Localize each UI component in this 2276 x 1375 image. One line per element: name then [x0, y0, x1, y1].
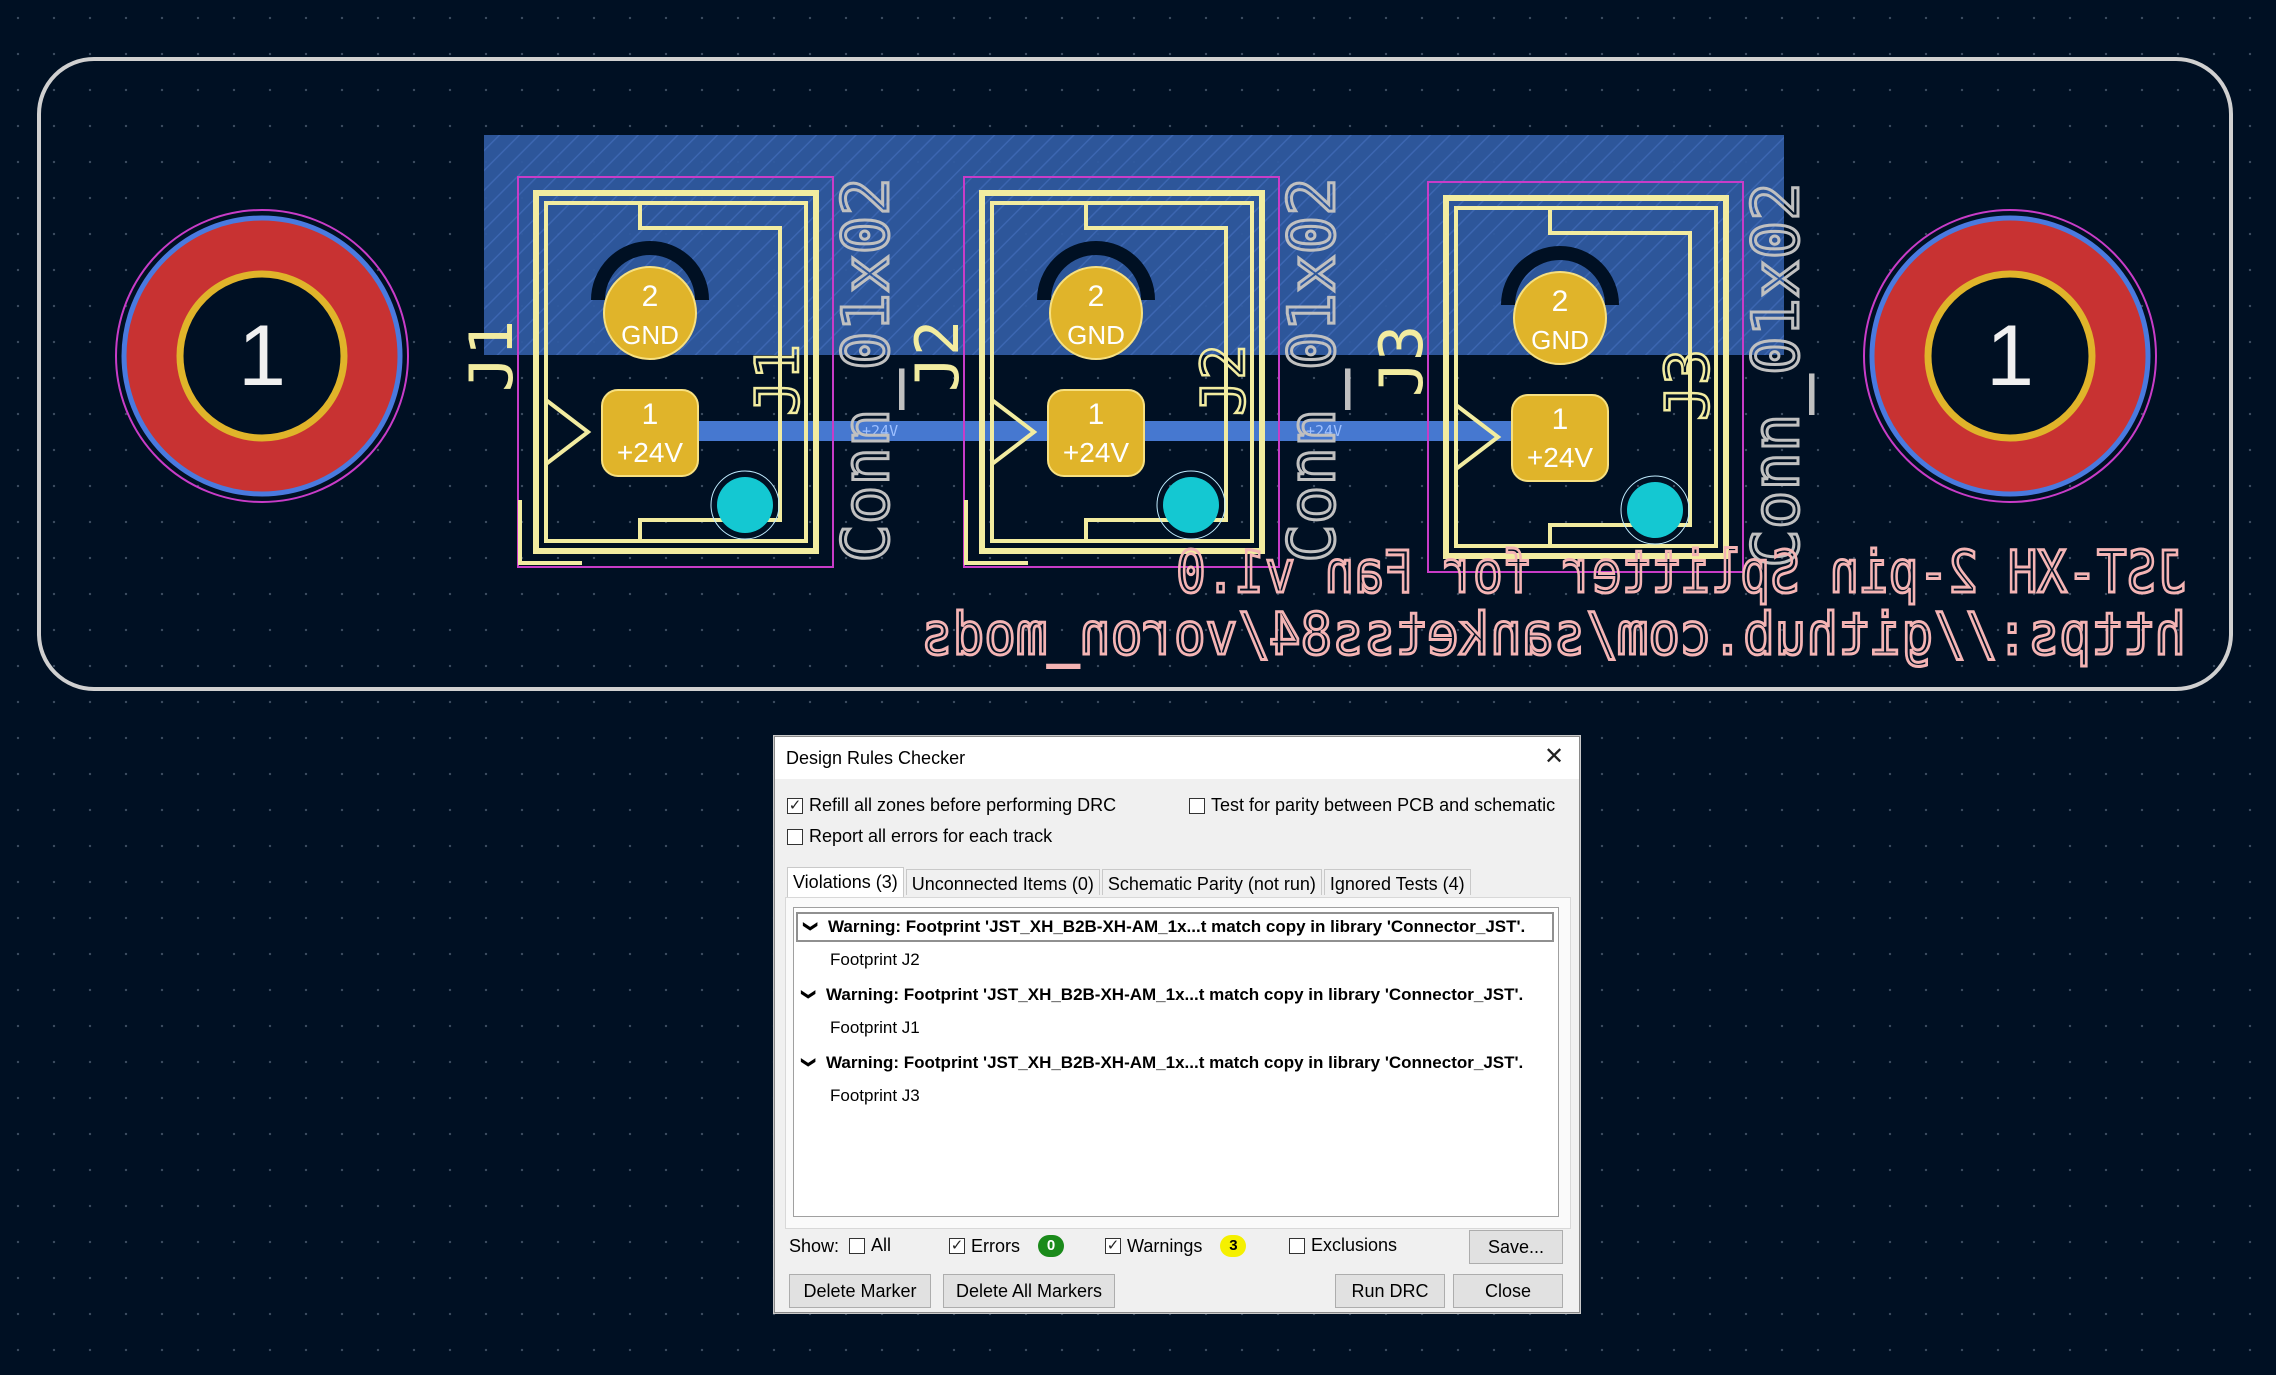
violation-title: Warning: Footprint 'JST_XH_B2B-XH-AM_1x.…	[826, 1053, 1524, 1072]
close-button[interactable]: Close	[1453, 1274, 1563, 1308]
show-all-checkbox[interactable]: All	[849, 1235, 891, 1256]
violation-detail[interactable]: Footprint J2	[830, 950, 920, 970]
violation-row[interactable]: ❯ Warning: Footprint 'JST_XH_B2B-XH-AM_1…	[796, 1048, 1554, 1078]
connector-ref-fab: J2	[1189, 344, 1259, 416]
mount-hole-left[interactable]: 1	[115, 209, 409, 503]
tab-violations[interactable]: Violations (3)	[787, 867, 904, 897]
pcb-canvas[interactable]: +24V +24V 1 1 2 GND 1 +24V J1 J1 Conn_01…	[0, 0, 2276, 720]
violation-detail[interactable]: Footprint J1	[830, 1018, 920, 1038]
pad-net: +24V	[1527, 442, 1593, 473]
mount-hole-label: 1	[238, 308, 286, 404]
test-parity-checkbox[interactable]: Test for parity between PCB and schemati…	[1189, 795, 1555, 816]
report-all-errors-checkbox[interactable]: Report all errors for each track	[787, 826, 1052, 847]
delete-marker-button[interactable]: Delete Marker	[789, 1274, 931, 1308]
save-button[interactable]: Save...	[1469, 1230, 1563, 1264]
show-warnings-checkbox[interactable]: ✓ Warnings 3	[1105, 1235, 1247, 1257]
refill-zones-checkbox[interactable]: ✓ Refill all zones before performing DRC	[787, 795, 1116, 816]
pad-net: GND	[621, 320, 679, 350]
violation-row[interactable]: ❯ Warning: Footprint 'JST_XH_B2B-XH-AM_1…	[796, 980, 1554, 1010]
show-exclusions-checkbox[interactable]: Exclusions	[1289, 1235, 1397, 1256]
pad-number: 1	[1552, 403, 1569, 436]
delete-all-markers-button[interactable]: Delete All Markers	[943, 1274, 1115, 1308]
refill-zones-label: Refill all zones before performing DRC	[809, 795, 1117, 815]
show-errors-checkbox[interactable]: ✓ Errors 0	[949, 1235, 1064, 1257]
connector-ref-fab: J3	[1653, 349, 1723, 421]
checkbox-unchecked-icon[interactable]	[787, 828, 803, 845]
checkbox-checked-icon[interactable]: ✓	[1105, 1238, 1121, 1254]
close-icon[interactable]: ✕	[1539, 743, 1569, 773]
show-warnings-label: Warnings	[1127, 1235, 1203, 1256]
connector-ref-fab: J1	[743, 344, 813, 416]
pad-number: 2	[1552, 285, 1569, 318]
show-exclusions-label: Exclusions	[1311, 1235, 1398, 1255]
checkbox-unchecked-icon[interactable]	[1189, 797, 1205, 814]
show-errors-label: Errors	[971, 1235, 1020, 1256]
show-label: Show:	[789, 1236, 840, 1256]
connector-value: Conn_01x02	[830, 177, 904, 562]
silk-title: JST-XH 2-pin Splitter for Fan v1.0	[1176, 538, 2186, 606]
violation-title: Warning: Footprint 'JST_XH_B2B-XH-AM_1x.…	[828, 917, 1526, 936]
connector-ref: J3	[1367, 325, 1437, 397]
connector-ref: J2	[903, 320, 973, 392]
pad-net: +24V	[617, 437, 683, 468]
pad-net: GND	[1067, 320, 1125, 350]
warnings-count-badge: 3	[1220, 1235, 1247, 1257]
tab-ignored-tests[interactable]: Ignored Tests (4)	[1323, 869, 1471, 895]
silk-url: https://github.com/sanketss84/voron_mods	[921, 600, 2186, 668]
dialog-titlebar[interactable]: Design Rules Checker ✕	[775, 737, 1579, 779]
checkbox-unchecked-icon[interactable]	[849, 1237, 865, 1254]
pad-net: GND	[1531, 325, 1589, 355]
connector-value: Conn_01x02	[1276, 177, 1350, 562]
chevron-down-icon[interactable]: ❯	[801, 1056, 818, 1070]
mount-hole-right[interactable]: 1	[1863, 209, 2157, 503]
tab-unconnected-items[interactable]: Unconnected Items (0)	[905, 869, 1100, 895]
test-parity-label: Test for parity between PCB and schemati…	[1211, 795, 1556, 815]
drc-tabs: Violations (3) Unconnected Items (0) Sch…	[787, 867, 1473, 897]
drc-dialog: Design Rules Checker ✕ ✓ Refill all zone…	[774, 736, 1580, 1313]
violation-detail[interactable]: Footprint J3	[830, 1086, 920, 1106]
report-all-errors-label: Report all errors for each track	[809, 826, 1053, 846]
violations-list[interactable]: ❯ Warning: Footprint 'JST_XH_B2B-XH-AM_1…	[793, 907, 1559, 1217]
checkbox-unchecked-icon[interactable]	[1289, 1237, 1305, 1254]
pad-number: 2	[642, 280, 659, 313]
run-drc-button[interactable]: Run DRC	[1335, 1274, 1445, 1308]
violation-title: Warning: Footprint 'JST_XH_B2B-XH-AM_1x.…	[826, 985, 1524, 1004]
pad-number: 1	[642, 398, 659, 431]
dialog-title: Design Rules Checker	[786, 748, 966, 768]
tab-schematic-parity[interactable]: Schematic Parity (not run)	[1101, 869, 1322, 895]
pad-number: 2	[1088, 280, 1105, 313]
mount-hole-label: 1	[1986, 308, 2034, 404]
errors-count-badge: 0	[1038, 1235, 1064, 1257]
chevron-down-icon[interactable]: ❯	[801, 988, 818, 1002]
connector-value: Conn_01x02	[1740, 182, 1814, 567]
show-all-label: All	[871, 1235, 892, 1255]
connector-ref: J1	[457, 320, 527, 392]
checkbox-checked-icon[interactable]: ✓	[787, 797, 803, 814]
pad-net: +24V	[1063, 437, 1129, 468]
pad-number: 1	[1088, 398, 1105, 431]
chevron-down-icon[interactable]: ❯	[803, 920, 820, 934]
violation-row[interactable]: ❯ Warning: Footprint 'JST_XH_B2B-XH-AM_1…	[796, 912, 1554, 942]
checkbox-checked-icon[interactable]: ✓	[949, 1238, 965, 1254]
